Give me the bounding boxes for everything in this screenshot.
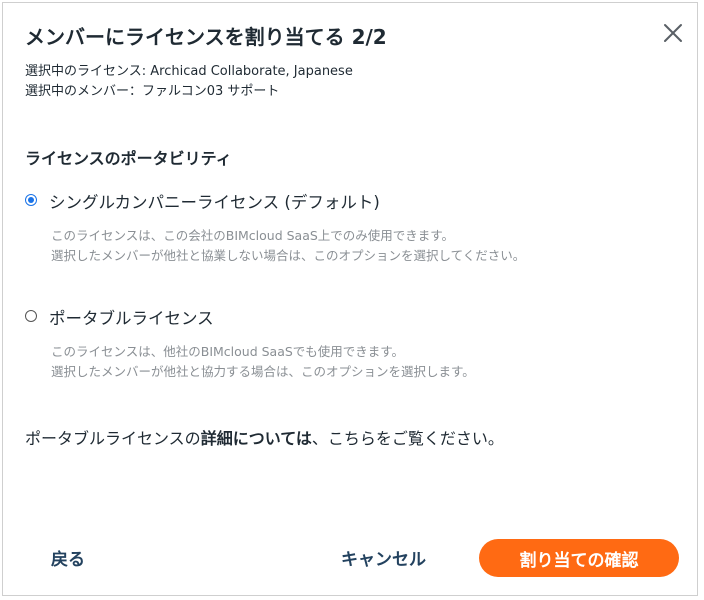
details-link[interactable]: 詳細については <box>201 429 312 448</box>
back-button[interactable]: 戻る <box>51 545 85 570</box>
confirm-assignment-button[interactable]: 割り当ての確認 <box>479 539 679 577</box>
single-company-radio[interactable] <box>25 194 37 206</box>
portable-info-text: ポータブルライセンスの詳細については、こちらをご覧ください。 <box>25 425 504 449</box>
info-prefix: ポータブルライセンスの <box>25 429 201 448</box>
portable-desc-line1: このライセンスは、他社のBIMcloud SaaSでも使用できます。 <box>51 344 405 359</box>
portability-heading: ライセンスのポータビリティ <box>25 149 232 168</box>
selected-license-text: 選択中のライセンス: Archicad Collaborate, Japanes… <box>25 64 353 79</box>
single-company-desc-line2: 選択したメンバーが他社と協業しない場合は、このオプションを選択してください。 <box>51 248 526 263</box>
close-icon <box>664 24 682 42</box>
close-button[interactable] <box>661 21 685 45</box>
selected-member-text: 選択中のメンバー：ファルコン03 サポート <box>25 84 280 99</box>
single-company-label[interactable]: シングルカンパニーライセンス (デフォルト) <box>49 189 380 213</box>
portable-label[interactable]: ポータブルライセンス <box>49 305 214 329</box>
single-company-desc-line1: このライセンスは、この会社のBIMcloud SaaS上でのみ使用できます。 <box>51 228 455 243</box>
portable-radio[interactable] <box>25 310 37 322</box>
dialog-title: メンバーにライセンスを割り当てる 2/2 <box>25 25 387 49</box>
cancel-button[interactable]: キャンセル <box>341 545 426 570</box>
info-suffix: 、こちらをご覧ください。 <box>311 429 504 448</box>
portable-desc-line2: 選択したメンバーが他社と協力する場合は、このオプションを選択します。 <box>51 364 475 379</box>
assign-license-dialog: メンバーにライセンスを割り当てる 2/2 選択中のライセンス: Archicad… <box>2 2 698 596</box>
